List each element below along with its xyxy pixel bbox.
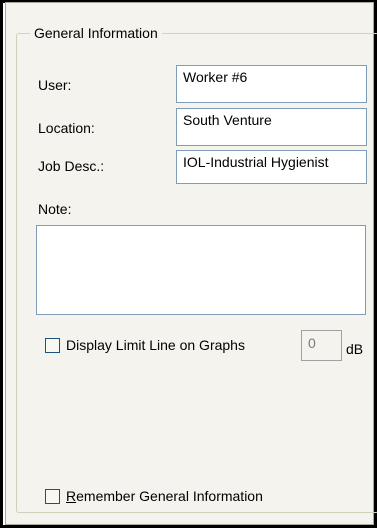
user-field[interactable]: Worker #6 — [176, 65, 367, 103]
location-label: Location: — [38, 120, 95, 136]
limit-db-field[interactable]: 0 — [301, 330, 342, 361]
display-limit-line-label[interactable]: Display Limit Line on Graphs — [66, 336, 245, 354]
location-field[interactable]: South Venture — [176, 108, 367, 146]
db-unit-label: dB — [346, 341, 364, 357]
job-desc-label: Job Desc.: — [38, 158, 105, 174]
remember-general-information-checkbox[interactable] — [45, 489, 60, 504]
remember-mnemonic: R — [66, 488, 77, 504]
user-label: User: — [38, 77, 72, 93]
display-limit-line-checkbox[interactable] — [45, 338, 60, 353]
remember-general-information-label[interactable]: Remember General Information — [66, 487, 263, 505]
note-label: Note: — [38, 201, 72, 217]
remember-label-rest: emember General Information — [76, 488, 263, 504]
job-desc-field[interactable]: IOL-Industrial Hygienist — [176, 150, 367, 184]
note-textarea[interactable] — [36, 225, 366, 315]
group-title: General Information — [30, 24, 162, 42]
